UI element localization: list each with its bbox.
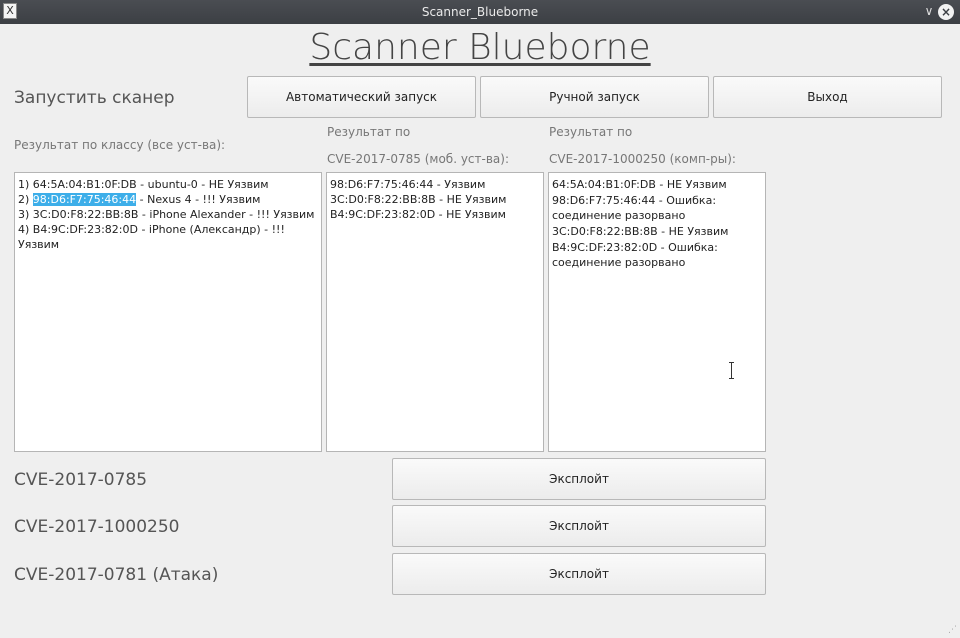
comp-result-header-line2: CVE-2017-1000250 (комп-ры): [549,152,736,166]
item-status: - ubuntu-0 - НЕ Уязвим [136,178,269,191]
minimize-icon[interactable]: ∨ [922,3,936,19]
list-item[interactable]: 3C:D0:F8:22:BB:8B - НЕ Уязвим [552,224,762,239]
item-number: 4) [18,223,30,236]
app-title: Scanner Blueborne [309,27,651,68]
comp-results-list[interactable]: 64:5A:04:B1:0F:DB - НЕ Уязвим 98:D6:F7:7… [548,172,766,452]
manual-start-button[interactable]: Ручной запуск [480,76,709,118]
text-cursor-icon [729,362,734,379]
class-result-header: Результат по классу (все уст-ва): [14,138,226,152]
item-status: - Nexus 4 - !!! Уязвим [136,193,261,206]
item-mac: 3C:D0:F8:22:BB:8B [32,208,139,221]
list-item[interactable]: 3C:D0:F8:22:BB:8B - НЕ Уязвим [330,192,540,207]
list-item[interactable]: 98:D6:F7:75:46:44 - Ошибка: соединение р… [552,193,762,223]
window-title: Scanner_Blueborne [421,5,539,19]
window-titlebar[interactable]: X Scanner_Blueborne ∨ × [0,0,960,24]
exit-button[interactable]: Выход [713,76,942,118]
list-item[interactable]: 3) 3C:D0:F8:22:BB:8B - iPhone Alexander … [18,207,318,222]
mob-result-header-line2: CVE-2017-0785 (моб. уст-ва): [327,152,509,166]
mob-results-list[interactable]: 98:D6:F7:75:46:44 - Уязвим 3C:D0:F8:22:B… [326,172,544,452]
close-icon[interactable]: × [938,4,954,20]
list-item[interactable]: B4:9C:DF:23:82:0D - Ошибка: соединение р… [552,240,762,270]
auto-start-button[interactable]: Автоматический запуск [247,76,476,118]
item-number: 2) [18,193,30,206]
item-mac: 64:5A:04:B1:0F:DB [32,178,137,191]
selected-text[interactable]: 98:D6:F7:75:46:44 [32,193,137,206]
class-results-list[interactable]: 1) 64:5A:04:B1:0F:DB - ubuntu-0 - НЕ Уяз… [14,172,322,452]
exploit-label-cve-2017-0785: CVE-2017-0785 [14,470,148,490]
list-item[interactable]: 98:D6:F7:75:46:44 - Уязвим [330,177,540,192]
start-scanner-label: Запустить сканер [14,88,175,108]
exploit-button-cve-2017-0781[interactable]: Эксплойт [392,553,766,595]
list-item[interactable]: 1) 64:5A:04:B1:0F:DB - ubuntu-0 - НЕ Уяз… [18,177,318,192]
list-item[interactable]: 64:5A:04:B1:0F:DB - НЕ Уязвим [552,177,762,192]
exploit-button-cve-2017-1000250[interactable]: Эксплойт [392,505,766,547]
exploit-label-cve-2017-0781: CVE-2017-0781 (Атака) [14,565,219,585]
exploit-label-cve-2017-1000250: CVE-2017-1000250 [14,517,180,537]
list-item[interactable]: 4) B4:9C:DF:23:82:0D - iPhone (Александр… [18,222,318,252]
item-number: 3) [18,208,30,221]
exploit-button-cve-2017-0785[interactable]: Эксплойт [392,458,766,500]
item-status: - iPhone Alexander - !!! Уязвим [138,208,315,221]
mob-result-header-line1: Результат по [327,125,411,139]
list-item[interactable]: B4:9C:DF:23:82:0D - НЕ Уязвим [330,207,540,222]
comp-result-header-line1: Результат по [549,125,633,139]
list-item[interactable]: 2) 98:D6:F7:75:46:44 - Nexus 4 - !!! Уяз… [18,192,318,207]
item-number: 1) [18,178,30,191]
resize-grip-icon[interactable]: ⋰ [948,625,957,635]
item-mac: B4:9C:DF:23:82:0D [32,223,138,236]
